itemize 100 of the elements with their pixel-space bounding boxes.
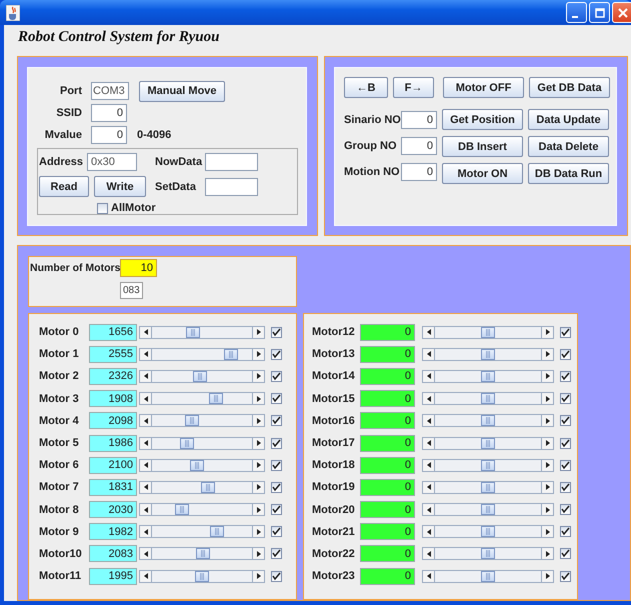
right-arrow-button[interactable]	[252, 482, 264, 493]
command-button[interactable]: Get DB Data	[529, 77, 610, 98]
number-field[interactable]: 0	[401, 136, 437, 154]
motor-checkbox[interactable]	[560, 393, 571, 404]
slider[interactable]	[139, 392, 265, 406]
port-field[interactable]: COM3	[91, 82, 129, 100]
left-arrow-button[interactable]	[140, 415, 152, 426]
motor-checkbox[interactable]	[271, 570, 282, 582]
right-arrow-button[interactable]	[541, 548, 553, 560]
motor-checkbox[interactable]	[271, 326, 282, 338]
slider[interactable]	[139, 547, 265, 560]
motor-checkbox[interactable]	[560, 415, 571, 426]
left-arrow-button[interactable]	[423, 370, 435, 382]
motor-value-field[interactable]: 1831	[89, 478, 137, 496]
motor-value-field[interactable]: 1986	[89, 434, 137, 452]
right-arrow-button[interactable]	[541, 460, 553, 471]
slider-thumb[interactable]	[481, 370, 495, 382]
left-arrow-button[interactable]	[140, 348, 152, 360]
slider-thumb[interactable]	[208, 393, 223, 404]
slider[interactable]	[139, 525, 265, 538]
slider-thumb[interactable]	[175, 504, 190, 516]
command-button[interactable]: F→	[393, 77, 434, 98]
motor-value-field[interactable]: 2555	[89, 346, 137, 363]
motor-value-field[interactable]: 1908	[89, 390, 137, 408]
motor-value-field[interactable]: 1982	[89, 523, 137, 540]
right-arrow-button[interactable]	[252, 504, 264, 516]
slider-thumb[interactable]	[196, 548, 210, 560]
motor-checkbox[interactable]	[560, 460, 571, 471]
slider[interactable]	[139, 480, 265, 494]
slider-thumb[interactable]	[481, 482, 495, 493]
left-arrow-button[interactable]	[140, 482, 152, 493]
motor-value-field[interactable]: 0	[360, 523, 415, 540]
motor-value-field[interactable]: 2083	[89, 545, 137, 562]
slider[interactable]	[139, 436, 265, 450]
slider[interactable]	[422, 547, 554, 560]
slider-thumb[interactable]	[481, 415, 495, 426]
slider[interactable]	[422, 570, 554, 583]
slider[interactable]	[139, 370, 265, 383]
command-button[interactable]: ←B	[344, 77, 388, 98]
right-arrow-button[interactable]	[541, 570, 553, 582]
slider[interactable]	[422, 414, 554, 428]
slider-thumb[interactable]	[481, 326, 495, 338]
slider[interactable]	[422, 392, 554, 406]
left-arrow-button[interactable]	[140, 570, 152, 582]
slider-thumb[interactable]	[481, 460, 495, 471]
now-data-field[interactable]	[205, 152, 258, 170]
left-arrow-button[interactable]	[423, 460, 435, 471]
slider-thumb[interactable]	[190, 460, 204, 471]
slider[interactable]	[139, 348, 265, 361]
right-arrow-button[interactable]	[541, 482, 553, 493]
slider-thumb[interactable]	[192, 370, 207, 382]
slider-thumb[interactable]	[481, 348, 495, 360]
command-button[interactable]: DB Insert	[442, 136, 523, 157]
left-arrow-button[interactable]	[423, 526, 435, 538]
slider[interactable]	[139, 458, 265, 472]
left-arrow-button[interactable]	[423, 348, 435, 360]
motor-checkbox[interactable]	[560, 570, 571, 582]
right-arrow-button[interactable]	[252, 348, 264, 360]
right-arrow-button[interactable]	[541, 393, 553, 404]
left-arrow-button[interactable]	[423, 482, 435, 493]
motor-value-field[interactable]: 0	[360, 478, 415, 496]
slider-thumb[interactable]	[185, 415, 200, 426]
motor-value-field[interactable]: 0	[360, 545, 415, 562]
motor-checkbox[interactable]	[560, 482, 571, 493]
motor-value-field[interactable]: 2100	[89, 456, 137, 474]
left-arrow-button[interactable]	[140, 526, 152, 538]
motor-value-field[interactable]: 0	[360, 434, 415, 452]
slider-thumb[interactable]	[481, 393, 495, 404]
motor-value-field[interactable]: 0	[360, 412, 415, 430]
right-arrow-button[interactable]	[541, 526, 553, 538]
motor-count-field[interactable]: 10	[120, 259, 157, 277]
write-button[interactable]: Write	[94, 176, 146, 197]
slider[interactable]	[139, 503, 265, 516]
slider[interactable]	[422, 436, 554, 450]
left-arrow-button[interactable]	[423, 548, 435, 560]
right-arrow-button[interactable]	[541, 348, 553, 360]
motor-value-field[interactable]: 2098	[89, 412, 137, 430]
right-arrow-button[interactable]	[252, 570, 264, 582]
motor-checkbox[interactable]	[560, 526, 571, 538]
slider[interactable]	[422, 503, 554, 516]
motor-checkbox[interactable]	[560, 326, 571, 338]
number-field[interactable]: 0	[401, 110, 437, 128]
slider-thumb[interactable]	[186, 326, 200, 338]
motor-checkbox[interactable]	[271, 393, 282, 404]
slider-thumb[interactable]	[224, 348, 238, 360]
motor-checkbox[interactable]	[560, 504, 571, 516]
ssid-field[interactable]: 0	[91, 104, 127, 122]
slider[interactable]	[422, 458, 554, 472]
motor-checkbox[interactable]	[271, 482, 282, 493]
slider-thumb[interactable]	[201, 482, 216, 493]
motor-checkbox[interactable]	[271, 370, 282, 382]
right-arrow-button[interactable]	[252, 548, 264, 560]
read-button[interactable]: Read	[39, 176, 89, 197]
motor-value-field[interactable]: 2030	[89, 501, 137, 518]
motor-checkbox[interactable]	[271, 415, 282, 426]
slider[interactable]	[422, 348, 554, 361]
right-arrow-button[interactable]	[541, 370, 553, 382]
slider[interactable]	[422, 370, 554, 383]
left-arrow-button[interactable]	[423, 570, 435, 582]
set-data-field[interactable]	[205, 178, 258, 196]
